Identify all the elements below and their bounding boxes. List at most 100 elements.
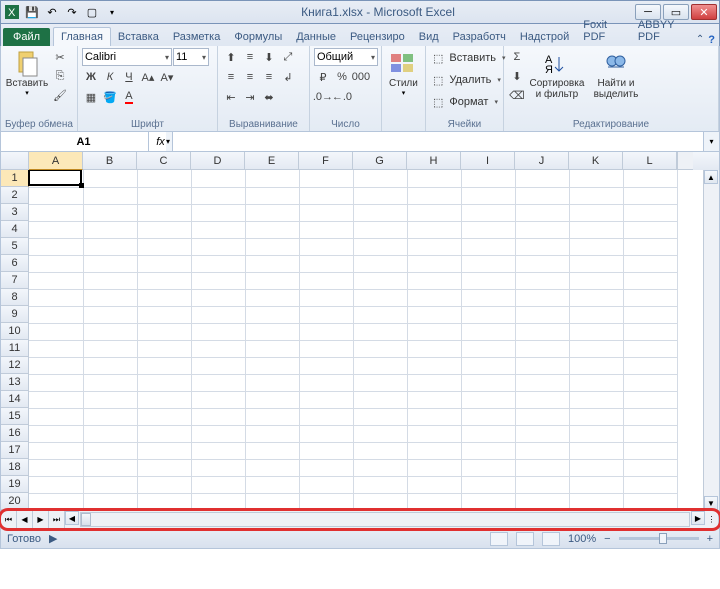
cell[interactable]: [83, 476, 137, 493]
row-header[interactable]: 16: [1, 425, 29, 442]
cell[interactable]: [299, 374, 353, 391]
cell[interactable]: [353, 306, 407, 323]
cell[interactable]: [623, 493, 677, 510]
cell[interactable]: [191, 357, 245, 374]
cell[interactable]: [407, 221, 461, 238]
cell[interactable]: [515, 255, 569, 272]
cell[interactable]: [299, 272, 353, 289]
sheet-nav-next-icon[interactable]: ▶: [33, 511, 49, 528]
cell[interactable]: [299, 221, 353, 238]
cell[interactable]: [515, 442, 569, 459]
sort-filter-button[interactable]: AЯ Сортировка и фильтр: [528, 48, 586, 100]
align-top-icon[interactable]: ⬆: [222, 48, 240, 66]
tab-review[interactable]: Рецензиро: [343, 28, 412, 46]
format-painter-icon[interactable]: 🖌: [51, 86, 69, 104]
tab-formulas[interactable]: Формулы: [227, 28, 289, 46]
cell[interactable]: [29, 391, 83, 408]
cell[interactable]: [83, 306, 137, 323]
cell[interactable]: [515, 391, 569, 408]
formula-input[interactable]: [173, 132, 703, 151]
cell[interactable]: [461, 459, 515, 476]
row-header[interactable]: 17: [1, 442, 29, 459]
cell[interactable]: [83, 272, 137, 289]
cell[interactable]: [29, 340, 83, 357]
cell[interactable]: [353, 442, 407, 459]
cut-icon[interactable]: ✂: [51, 48, 69, 66]
align-bottom-icon[interactable]: ⬇: [260, 48, 278, 66]
cell[interactable]: [353, 187, 407, 204]
cell[interactable]: [299, 408, 353, 425]
cell[interactable]: [515, 476, 569, 493]
ribbon-minimize-icon[interactable]: ⌃: [696, 34, 704, 46]
cell[interactable]: [623, 255, 677, 272]
bold-button[interactable]: Ж: [82, 68, 100, 86]
cell[interactable]: [353, 476, 407, 493]
view-page-layout-icon[interactable]: [516, 532, 534, 546]
cell[interactable]: [353, 238, 407, 255]
cell[interactable]: [191, 187, 245, 204]
copy-icon[interactable]: ⎘: [51, 67, 69, 85]
insert-cells-button[interactable]: ⬚Вставить▾: [430, 48, 509, 68]
cell[interactable]: [623, 442, 677, 459]
cell[interactable]: [137, 357, 191, 374]
cell[interactable]: [461, 238, 515, 255]
cell[interactable]: [569, 493, 623, 510]
align-right-icon[interactable]: ≡: [260, 68, 278, 86]
column-header[interactable]: H: [407, 152, 461, 170]
cell[interactable]: [569, 425, 623, 442]
cell[interactable]: [83, 374, 137, 391]
cell[interactable]: [623, 476, 677, 493]
align-left-icon[interactable]: ≡: [222, 68, 240, 86]
row-header[interactable]: 5: [1, 238, 29, 255]
wrap-text-icon[interactable]: ↲: [279, 68, 297, 86]
cell[interactable]: [407, 340, 461, 357]
cell[interactable]: [569, 289, 623, 306]
cell[interactable]: [245, 391, 299, 408]
cell[interactable]: [29, 306, 83, 323]
cell[interactable]: [137, 493, 191, 510]
column-header[interactable]: B: [83, 152, 137, 170]
cell[interactable]: [515, 323, 569, 340]
save-icon[interactable]: 💾: [23, 3, 41, 21]
styles-button[interactable]: Стили ▾: [386, 48, 421, 97]
cell[interactable]: [407, 391, 461, 408]
cell[interactable]: [83, 357, 137, 374]
border-icon[interactable]: ▦: [82, 88, 100, 106]
cell[interactable]: [83, 221, 137, 238]
sheet-nav-prev-icon[interactable]: ◀: [17, 511, 33, 528]
cell[interactable]: [569, 272, 623, 289]
cells-area[interactable]: [29, 170, 703, 510]
cell[interactable]: [191, 442, 245, 459]
cell[interactable]: [407, 170, 461, 187]
cell[interactable]: [353, 289, 407, 306]
cell[interactable]: [29, 187, 83, 204]
cell[interactable]: [299, 238, 353, 255]
cell[interactable]: [569, 323, 623, 340]
cell[interactable]: [623, 391, 677, 408]
cell[interactable]: [353, 204, 407, 221]
row-header[interactable]: 19: [1, 476, 29, 493]
row-header[interactable]: 13: [1, 374, 29, 391]
cell[interactable]: [245, 408, 299, 425]
cell[interactable]: [299, 425, 353, 442]
row-header[interactable]: 15: [1, 408, 29, 425]
cell[interactable]: [29, 425, 83, 442]
cell[interactable]: [407, 357, 461, 374]
cell[interactable]: [353, 340, 407, 357]
cell[interactable]: [299, 187, 353, 204]
cell[interactable]: [461, 170, 515, 187]
cell[interactable]: [137, 272, 191, 289]
file-tab[interactable]: Файл: [3, 28, 50, 46]
cell[interactable]: [623, 221, 677, 238]
increase-decimal-icon[interactable]: .0→: [314, 88, 332, 106]
cell[interactable]: [353, 272, 407, 289]
cell[interactable]: [83, 408, 137, 425]
cell[interactable]: [137, 425, 191, 442]
cell[interactable]: [515, 272, 569, 289]
cell[interactable]: [137, 323, 191, 340]
help-icon[interactable]: ?: [708, 34, 715, 46]
column-header[interactable]: E: [245, 152, 299, 170]
currency-icon[interactable]: ₽: [314, 68, 332, 86]
column-header[interactable]: F: [299, 152, 353, 170]
cell[interactable]: [353, 323, 407, 340]
